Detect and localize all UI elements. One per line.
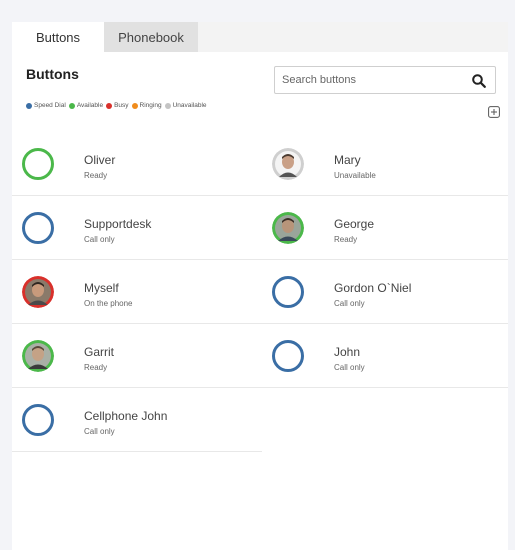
ringing-dot-icon <box>131 102 138 109</box>
button-gordon-oniel[interactable]: Gordon O`Niel Call only <box>262 260 508 324</box>
button-status: Call only <box>84 427 115 436</box>
available-ring-icon <box>22 148 54 180</box>
legend-busy: Busy <box>106 102 129 109</box>
button-status: Call only <box>84 235 115 244</box>
button-name: Garrit <box>84 345 114 359</box>
legend-label: Ringing <box>139 102 162 109</box>
button-oliver[interactable]: Oliver Ready <box>12 132 262 196</box>
button-garrit[interactable]: Garrit Ready <box>12 324 262 388</box>
legend-label: Busy <box>114 102 129 109</box>
page-title: Buttons <box>26 66 79 82</box>
legend-ringing: Ringing <box>131 102 162 109</box>
button-john[interactable]: John Call only <box>262 324 508 388</box>
button-george[interactable]: George Ready <box>262 196 508 260</box>
button-status: Ready <box>84 171 108 180</box>
button-name: Gordon O`Niel <box>334 281 412 295</box>
avatar <box>272 212 304 244</box>
search-input[interactable] <box>275 68 460 92</box>
button-supportdesk[interactable]: Supportdesk Call only <box>12 196 262 260</box>
button-status: Call only <box>334 299 365 308</box>
busy-dot-icon <box>106 102 113 109</box>
button-name: Myself <box>84 281 119 295</box>
search-icon[interactable] <box>471 73 487 89</box>
button-name: Mary <box>334 153 361 167</box>
tab-buttons[interactable]: Buttons <box>12 22 104 52</box>
search-box <box>274 66 496 94</box>
button-status: Ready <box>84 363 108 372</box>
legend-label: Available <box>76 102 104 109</box>
button-status: Call only <box>334 363 365 372</box>
button-name: Cellphone John <box>84 409 168 423</box>
button-status: On the phone <box>84 299 133 308</box>
button-myself[interactable]: Myself On the phone <box>12 260 262 324</box>
available-dot-icon <box>68 102 75 109</box>
legend-label: Speed Dial <box>34 102 66 109</box>
avatar <box>22 276 54 308</box>
avatar <box>272 148 304 180</box>
legend-unavailable: Unavailable <box>164 102 207 109</box>
speed-dial-ring-icon <box>272 340 304 372</box>
tab-phonebook[interactable]: Phonebook <box>104 22 198 52</box>
unavailable-dot-icon <box>164 102 171 109</box>
button-status: Unavailable <box>334 171 376 180</box>
status-legend: Speed Dial Available Busy Ringing Unavai… <box>26 102 210 109</box>
speed-dial-ring-icon <box>22 404 54 436</box>
speed-dial-dot-icon <box>26 102 32 109</box>
speed-dial-ring-icon <box>22 212 54 244</box>
button-name: Supportdesk <box>84 217 152 231</box>
button-mary[interactable]: Mary Unavailable <box>262 132 508 196</box>
button-name: George <box>334 217 375 231</box>
button-status: Ready <box>334 235 358 244</box>
button-name: Oliver <box>84 153 116 167</box>
button-cellphone-john[interactable]: Cellphone John Call only <box>12 388 262 452</box>
legend-available: Available <box>68 102 104 109</box>
legend-label: Unavailable <box>172 102 207 109</box>
avatar <box>22 340 54 372</box>
speed-dial-ring-icon <box>272 276 304 308</box>
buttons-panel: Buttons Phonebook Buttons Speed Dial Ava… <box>12 22 508 550</box>
plus-square-icon[interactable] <box>488 106 500 118</box>
tab-bar: Buttons Phonebook <box>12 22 508 52</box>
legend-speed-dial: Speed Dial <box>26 102 66 109</box>
button-name: John <box>334 345 361 359</box>
